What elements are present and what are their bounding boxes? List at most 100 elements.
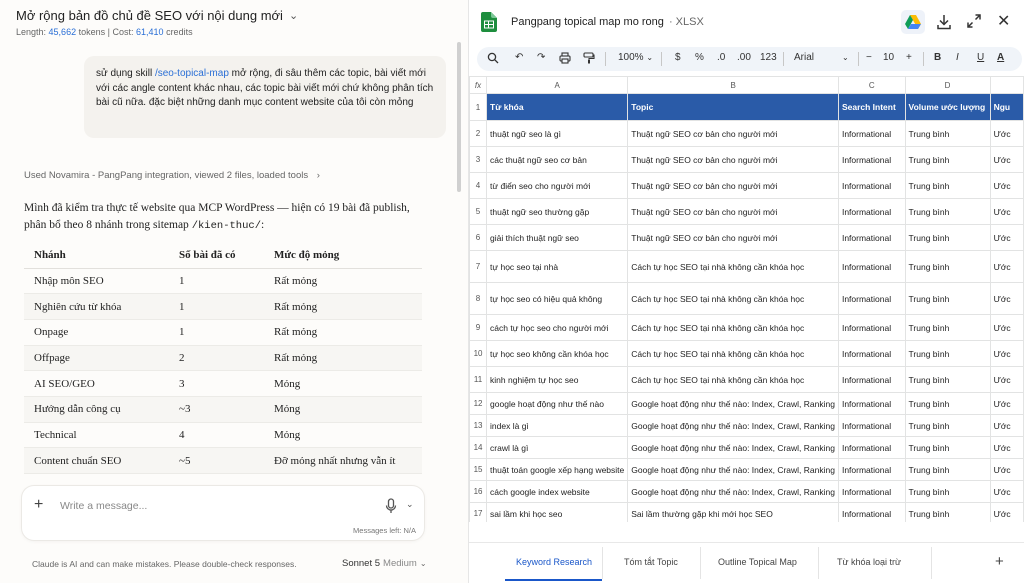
sheet-cell[interactable]: Ước	[989, 120, 1024, 147]
bold-button[interactable]: B	[934, 52, 941, 63]
sheet-cell[interactable]: Ước	[989, 392, 1024, 415]
sheet-cell[interactable]: kinh nghiệm tự học seo	[486, 366, 629, 393]
number-format-button[interactable]: 123	[760, 52, 777, 63]
model-selector[interactable]: Sonnet 5 Medium ⌄	[342, 558, 427, 569]
sheet-cell[interactable]: Sai lầm thường gặp khi mới học SEO	[627, 502, 839, 522]
sheet-cell[interactable]: Trung bình	[904, 366, 991, 393]
sheet-cell[interactable]: Informational	[837, 392, 906, 415]
sheet-cell[interactable]: Ước	[989, 340, 1024, 367]
save-to-drive-button[interactable]	[901, 10, 925, 34]
row-number[interactable]: 6	[469, 224, 488, 251]
sheet-cell[interactable]: Ước	[989, 224, 1024, 251]
decrease-decimal-button[interactable]: .0	[717, 52, 725, 63]
sheet-cell[interactable]: Ước	[989, 314, 1024, 341]
sheet-cell[interactable]: Ước	[989, 366, 1024, 393]
sheet-cell[interactable]: google hoạt động như thế nào	[486, 392, 629, 415]
message-composer[interactable]: + Write a message... ⌄ Messages left: N/…	[22, 486, 424, 540]
sheet-cell[interactable]: Cách tự học SEO tại nhà không cần khóa h…	[627, 340, 839, 367]
sheet-cell[interactable]: Trung bình	[904, 436, 991, 459]
redo-icon[interactable]: ↷	[537, 52, 545, 63]
sheet-cell[interactable]: cách tự học seo cho người mới	[486, 314, 629, 341]
chevron-down-icon[interactable]: ⌄	[406, 499, 414, 510]
add-sheet-button[interactable]: +	[995, 553, 1004, 570]
sheet-cell[interactable]: Trung bình	[904, 120, 991, 147]
column-header[interactable]	[989, 76, 1024, 94]
sheet-cell[interactable]: Trung bình	[904, 458, 991, 481]
column-header[interactable]: D	[904, 76, 991, 94]
microphone-icon[interactable]	[385, 498, 397, 514]
sheet-cell[interactable]: Informational	[837, 198, 906, 225]
sheet-cell[interactable]: Thuật ngữ SEO cơ bản cho người mới	[627, 146, 839, 173]
sheet-cell[interactable]: Cách tự học SEO tại nhà không cần khóa h…	[627, 314, 839, 341]
tab-tom-tat-topic[interactable]: Tóm tắt Topic	[624, 557, 678, 567]
sheet-cell[interactable]: Informational	[837, 120, 906, 147]
print-icon[interactable]	[559, 52, 571, 67]
sheet-cell[interactable]: crawl là gì	[486, 436, 629, 459]
sheet-cell[interactable]: Cách tự học SEO tại nhà không cần khóa h…	[627, 250, 839, 283]
sheet-cell[interactable]: Trung bình	[904, 340, 991, 367]
row-number[interactable]: 2	[469, 120, 488, 147]
download-icon[interactable]	[937, 14, 951, 30]
sheet-cell[interactable]: các thuật ngữ seo cơ bản	[486, 146, 629, 173]
sheet-cell[interactable]: Trung bình	[904, 224, 991, 251]
column-header[interactable]: A	[486, 76, 629, 94]
sheet-cell[interactable]: Trung bình	[904, 314, 991, 341]
plus-icon[interactable]: +	[34, 496, 43, 514]
sheet-cell[interactable]: giải thích thuật ngữ seo	[486, 224, 629, 251]
sheet-cell[interactable]: Informational	[837, 250, 906, 283]
sheet-cell[interactable]: Informational	[837, 314, 906, 341]
sheet-cell[interactable]: Google hoạt động như thế nào: Index, Cra…	[627, 436, 839, 459]
sheet-cell[interactable]: Ước	[989, 502, 1024, 522]
header-cell[interactable]: Volume ước lượng	[904, 93, 991, 121]
decrease-font-size-button[interactable]: −	[866, 52, 872, 63]
sheet-cell[interactable]: Ước	[989, 198, 1024, 225]
sheet-cell[interactable]: Google hoạt động như thế nào: Index, Cra…	[627, 414, 839, 437]
zoom-select[interactable]: 100% ⌄	[618, 52, 653, 63]
message-input[interactable]: Write a message...	[60, 500, 147, 512]
sheet-cell[interactable]: thuật ngữ seo thường gặp	[486, 198, 629, 225]
tab-outline-topical-map[interactable]: Outline Topical Map	[718, 557, 797, 567]
row-number[interactable]: 12	[469, 392, 488, 415]
sheet-cell[interactable]: Ước	[989, 458, 1024, 481]
row-number[interactable]: 16	[469, 480, 488, 503]
font-select[interactable]: Arial ⌄	[794, 52, 849, 63]
sheet-cell[interactable]: Thuật ngữ SEO cơ bản cho người mới	[627, 224, 839, 251]
row-number[interactable]: 13	[469, 414, 488, 437]
conversation-title[interactable]: Mở rộng bản đồ chủ đề SEO với nội dung m…	[16, 8, 298, 23]
sheet-cell[interactable]: thuật ngữ seo là gì	[486, 120, 629, 147]
sheet-cell[interactable]: Ước	[989, 250, 1024, 283]
sheet-cell[interactable]: Informational	[837, 502, 906, 522]
column-header[interactable]: C	[837, 76, 906, 94]
expand-icon[interactable]	[967, 14, 981, 28]
sheet-cell[interactable]: Ước	[989, 172, 1024, 199]
row-number[interactable]: 7	[469, 250, 488, 283]
increase-decimal-button[interactable]: .00	[737, 52, 751, 63]
sheet-cell[interactable]: cách google index website	[486, 480, 629, 503]
chat-scrollbar[interactable]	[457, 42, 461, 192]
sheet-cell[interactable]: Trung bình	[904, 414, 991, 437]
sheet-cell[interactable]: Ước	[989, 480, 1024, 503]
sheet-grid[interactable]: fx A B C D 1 Từ khóa Topic Search Intent…	[469, 76, 1024, 522]
sheet-cell[interactable]: Ước	[989, 414, 1024, 437]
sheet-cell[interactable]: Trung bình	[904, 502, 991, 522]
header-cell[interactable]: Ngu	[989, 93, 1024, 121]
text-color-button[interactable]: A	[997, 52, 1004, 63]
sheet-cell[interactable]: Google hoạt động như thế nào: Index, Cra…	[627, 392, 839, 415]
sheet-cell[interactable]: Google hoạt động như thế nào: Index, Cra…	[627, 458, 839, 481]
sheet-cell[interactable]: Thuật ngữ SEO cơ bản cho người mới	[627, 198, 839, 225]
sheet-cell[interactable]: Informational	[837, 480, 906, 503]
sheet-cell[interactable]: Informational	[837, 436, 906, 459]
sheet-cell[interactable]: Informational	[837, 340, 906, 367]
sheet-cell[interactable]: thuật toán google xếp hạng website	[486, 458, 629, 481]
sheet-cell[interactable]: Thuật ngữ SEO cơ bản cho người mới	[627, 172, 839, 199]
sheet-table[interactable]: fx A B C D 1 Từ khóa Topic Search Intent…	[469, 76, 1024, 522]
currency-format-button[interactable]: $	[675, 52, 681, 63]
tab-tu-khoa-loai-tru[interactable]: Từ khóa loại trừ	[837, 557, 901, 567]
row-number[interactable]: 10	[469, 340, 488, 367]
sheet-cell[interactable]: Trung bình	[904, 198, 991, 225]
sheet-cell[interactable]: Informational	[837, 224, 906, 251]
increase-font-size-button[interactable]: +	[906, 52, 912, 63]
sheet-cell[interactable]: Trung bình	[904, 146, 991, 173]
sheet-cell[interactable]: Google hoạt động như thế nào: Index, Cra…	[627, 480, 839, 503]
sheet-cell[interactable]: Informational	[837, 366, 906, 393]
